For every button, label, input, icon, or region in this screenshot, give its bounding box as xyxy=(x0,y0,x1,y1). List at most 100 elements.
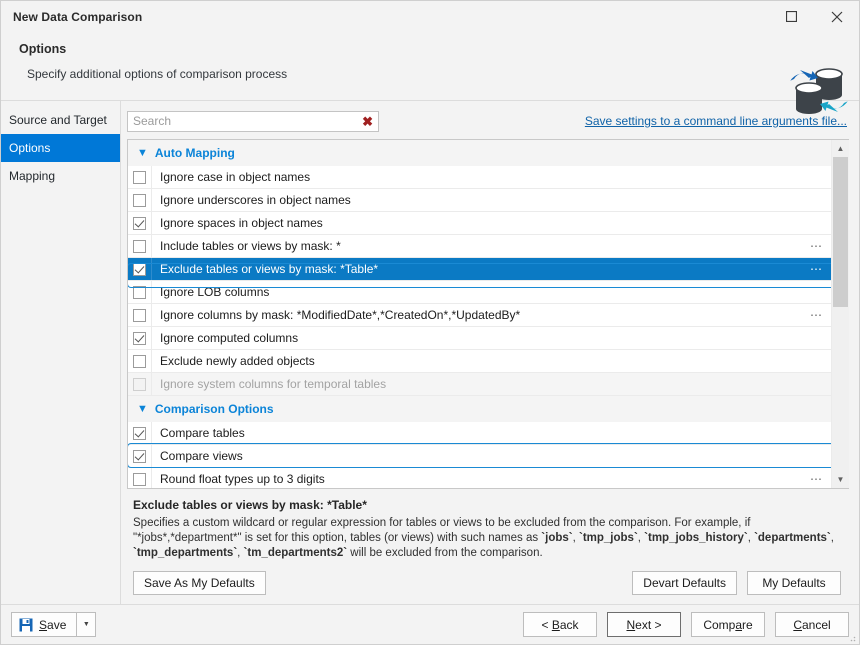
description-token-tmp-departments: `tmp_departments` xyxy=(133,547,238,559)
checkbox-icon[interactable] xyxy=(133,331,146,345)
sidebar-item-label: Options xyxy=(9,141,51,155)
option-row-ignore-case[interactable]: Ignore case in object names xyxy=(128,166,831,189)
checkbox-cell[interactable] xyxy=(128,350,152,372)
description-token-jobs: `jobs` xyxy=(541,532,573,544)
window-controls xyxy=(769,1,859,32)
description-sep-4: , xyxy=(830,532,834,544)
close-button[interactable] xyxy=(814,1,859,32)
ellipsis-button[interactable]: ⋯ xyxy=(810,263,823,275)
devart-defaults-button[interactable]: Devart Defaults xyxy=(632,571,737,595)
search-box[interactable]: ✖ xyxy=(127,110,379,132)
checkbox-icon[interactable] xyxy=(133,426,146,440)
checkbox-cell[interactable] xyxy=(128,235,152,257)
page-header: Options Specify additional options of co… xyxy=(1,32,859,114)
sidebar-item-source-and-target[interactable]: Source and Target xyxy=(1,106,120,134)
option-label: Exclude newly added objects xyxy=(160,354,315,368)
option-row-ignore-system-columns: Ignore system columns for temporal table… xyxy=(128,373,831,396)
save-button[interactable]: Save xyxy=(11,612,77,637)
checkbox-icon[interactable] xyxy=(133,216,146,230)
checkbox-icon[interactable] xyxy=(133,170,146,184)
checkbox-cell[interactable] xyxy=(128,422,152,444)
option-label: Include tables or views by mask: * xyxy=(160,239,341,253)
dialog-body: Source and Target Options Mapping ✖ Save… xyxy=(1,101,859,604)
option-row-ignore-spaces[interactable]: Ignore spaces in object names xyxy=(128,212,831,235)
maximize-button[interactable] xyxy=(769,1,814,32)
group-header-comparison-options[interactable]: ▼ Comparison Options xyxy=(128,396,831,422)
checkbox-icon[interactable] xyxy=(133,449,146,463)
compare-button[interactable]: Compare xyxy=(691,612,765,637)
compare-accel: a xyxy=(735,617,743,632)
checkbox-icon[interactable] xyxy=(133,193,146,207)
option-row-ignore-computed-columns[interactable]: Ignore computed columns xyxy=(128,327,831,350)
sidebar-item-label: Source and Target xyxy=(9,113,107,127)
checkbox-icon[interactable] xyxy=(133,472,146,486)
save-dropdown-button[interactable]: ▼ xyxy=(76,612,97,637)
ellipsis-button[interactable]: ⋯ xyxy=(810,240,823,252)
checkbox-icon[interactable] xyxy=(133,354,146,368)
checkbox-cell[interactable] xyxy=(128,166,152,188)
clear-search-icon[interactable]: ✖ xyxy=(362,113,373,131)
options-list-viewport: ▼ Auto Mapping Ignore case in object nam… xyxy=(128,140,831,488)
option-row-ignore-columns-by-mask[interactable]: Ignore columns by mask: *ModifiedDate*,*… xyxy=(128,304,831,327)
defaults-button-bar: Save As My Defaults Devart Defaults My D… xyxy=(127,571,849,595)
checkbox-cell[interactable] xyxy=(128,212,152,234)
ellipsis-button[interactable]: ⋯ xyxy=(810,473,823,485)
description-token-departments: `departments` xyxy=(754,532,831,544)
scroll-up-arrow-icon[interactable]: ▲ xyxy=(832,140,849,157)
window-title: New Data Comparison xyxy=(13,9,143,24)
checkbox-icon[interactable] xyxy=(133,239,146,253)
save-as-my-defaults-button[interactable]: Save As My Defaults xyxy=(133,571,266,595)
option-label: Ignore spaces in object names xyxy=(160,216,323,230)
option-row-round-float-types[interactable]: Round float types up to 3 digits ⋯ xyxy=(128,468,831,488)
save-accel: S xyxy=(39,617,48,632)
resize-grip-icon[interactable] xyxy=(846,632,856,642)
checkbox-cell[interactable] xyxy=(128,281,152,303)
back-button[interactable]: < Back xyxy=(523,612,597,637)
back-accel: B xyxy=(551,617,560,632)
chevron-down-icon: ▼ xyxy=(137,147,148,159)
checkbox-cell[interactable] xyxy=(128,258,152,280)
description-token-tmp-jobs-history: `tmp_jobs_history` xyxy=(644,532,748,544)
group-label: Auto Mapping xyxy=(154,146,235,160)
page-subtitle: Specify additional options of comparison… xyxy=(27,67,288,81)
description-text-tail: will be excluded from the comparison. xyxy=(347,547,543,559)
checkbox-icon[interactable] xyxy=(133,262,146,276)
checkbox-cell[interactable] xyxy=(128,304,152,326)
option-label: Exclude tables or views by mask: *Table* xyxy=(160,262,379,276)
ellipsis-button[interactable]: ⋯ xyxy=(810,309,823,321)
checkbox-cell[interactable] xyxy=(128,468,152,488)
next-button[interactable]: Next > xyxy=(607,612,681,637)
maximize-icon xyxy=(786,11,797,22)
cancel-button[interactable]: Cancel xyxy=(775,612,849,637)
option-label: Compare views xyxy=(160,449,243,463)
sidebar-item-options[interactable]: Options xyxy=(1,134,120,162)
options-scrollbar[interactable]: ▲ ▼ xyxy=(831,140,849,488)
description-title: Exclude tables or views by mask: *Table* xyxy=(133,498,367,512)
option-row-compare-tables[interactable]: Compare tables xyxy=(128,422,831,445)
sidebar-item-mapping[interactable]: Mapping xyxy=(1,162,120,190)
checkbox-cell[interactable] xyxy=(128,327,152,349)
sidebar-item-label: Mapping xyxy=(9,169,56,183)
option-label: Ignore underscores in object names xyxy=(160,193,351,207)
description-body: Specifies a custom wildcard or regular e… xyxy=(133,516,841,561)
save-split-button[interactable]: Save ▼ xyxy=(11,612,97,637)
checkbox-icon[interactable] xyxy=(133,285,146,299)
option-row-ignore-lob-columns[interactable]: Ignore LOB columns xyxy=(128,281,831,304)
option-label: Round float types up to 3 digits xyxy=(160,472,325,486)
floppy-disk-icon xyxy=(19,618,33,632)
search-row: ✖ Save settings to a command line argume… xyxy=(127,110,849,132)
checkbox-icon[interactable] xyxy=(133,308,146,322)
option-row-include-tables-by-mask[interactable]: Include tables or views by mask: * ⋯ xyxy=(128,235,831,258)
checkbox-cell[interactable] xyxy=(128,189,152,211)
my-defaults-button[interactable]: My Defaults xyxy=(747,571,841,595)
option-row-ignore-underscores[interactable]: Ignore underscores in object names xyxy=(128,189,831,212)
option-row-compare-views[interactable]: Compare views xyxy=(128,445,831,468)
scrollbar-thumb[interactable] xyxy=(833,157,848,307)
search-input[interactable] xyxy=(133,114,353,128)
group-header-auto-mapping[interactable]: ▼ Auto Mapping xyxy=(128,140,831,166)
scroll-down-arrow-icon[interactable]: ▼ xyxy=(832,471,849,488)
checkbox-cell[interactable] xyxy=(128,445,152,467)
option-row-exclude-tables-by-mask[interactable]: Exclude tables or views by mask: *Table*… xyxy=(128,258,831,281)
next-accel: N xyxy=(626,617,636,632)
option-row-exclude-newly-added-objects[interactable]: Exclude newly added objects xyxy=(128,350,831,373)
